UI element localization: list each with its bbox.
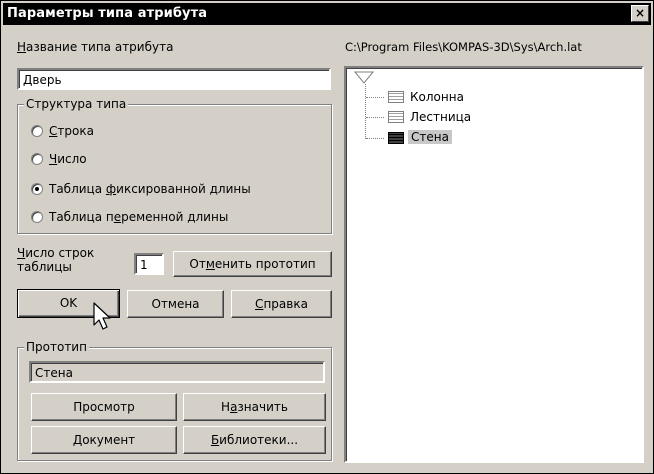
prototype-field-value: Стена — [35, 366, 73, 380]
tree-branch-line — [366, 138, 384, 139]
radio-variable-table-label[interactable]: Таблица переменной длины — [49, 210, 228, 224]
radio-number-label[interactable]: Число — [49, 152, 87, 166]
prototype-group-label: Прототип — [24, 340, 89, 354]
library-path-label: C:\Program Files\KOMPAS-3D\Sys\Arch.lat — [345, 40, 582, 54]
tree-branch-line — [365, 84, 366, 139]
prototype-field: Стена — [29, 361, 325, 383]
name-input[interactable]: Дверь — [17, 68, 331, 90]
window-title: Параметры типа атрибута — [7, 6, 208, 21]
radio-fixed-table-label[interactable]: Таблица фиксированной длины — [49, 182, 251, 196]
table-icon — [388, 132, 404, 144]
tree-branch-line — [366, 117, 384, 118]
name-input-value: Дверь — [23, 73, 62, 87]
help-button[interactable]: Справка — [231, 290, 332, 318]
close-button[interactable]: × — [631, 5, 649, 22]
library-button[interactable]: Библиотеки... — [183, 426, 326, 454]
radio-number[interactable] — [31, 153, 43, 165]
radio-fixed-table[interactable] — [31, 183, 43, 195]
table-icon — [388, 111, 404, 123]
cancel-button[interactable]: Отмена — [127, 290, 224, 318]
rows-label: Число строк таблицы — [17, 246, 95, 274]
tree-branch-line — [366, 97, 384, 98]
tree-root-triangle-icon[interactable] — [354, 71, 374, 85]
document-button[interactable]: Документ — [31, 426, 177, 454]
radio-selected-dot — [35, 187, 39, 191]
rows-input[interactable]: 1 — [134, 253, 164, 275]
radio-string[interactable] — [31, 125, 43, 137]
mouse-cursor-icon — [93, 302, 111, 330]
radio-variable-table[interactable] — [31, 211, 43, 223]
title-bar[interactable]: Параметры типа атрибута × — [3, 3, 651, 25]
radio-string-label[interactable]: Строка — [49, 124, 94, 138]
tree-item-stairs[interactable]: Лестница — [410, 110, 471, 124]
structure-group-label: Структура типа — [24, 97, 129, 111]
name-label: Название типа атрибута — [17, 40, 174, 54]
library-tree[interactable]: Колонна Лестница Стена — [344, 66, 644, 463]
view-button[interactable]: Просмотр — [31, 393, 177, 421]
rows-input-value: 1 — [140, 258, 148, 272]
assign-button[interactable]: Назначить — [183, 393, 326, 421]
dialog-window: Параметры типа атрибута × Название типа … — [0, 0, 654, 474]
tree-item-wall[interactable]: Стена — [408, 130, 452, 144]
cancel-prototype-button[interactable]: Отменить прототип — [173, 251, 332, 277]
tree-item-column[interactable]: Колонна — [410, 90, 464, 104]
table-icon — [388, 91, 404, 103]
